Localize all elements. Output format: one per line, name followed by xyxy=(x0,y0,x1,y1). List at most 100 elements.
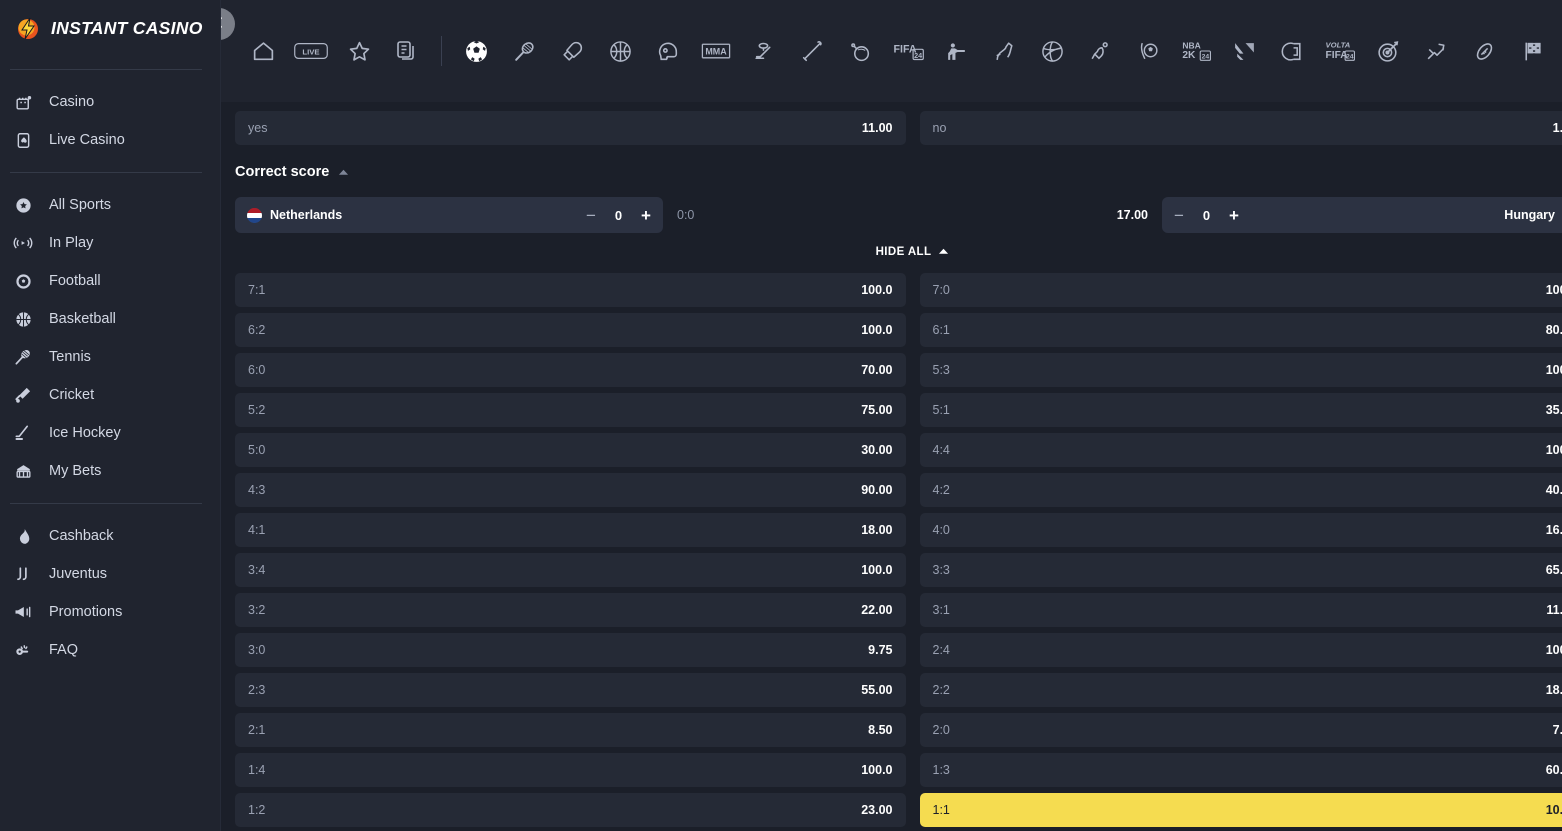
score-row-odd: 100.0 xyxy=(1545,363,1562,377)
score-row[interactable]: 5:2 75.00 xyxy=(235,393,906,427)
sidebar-item-my-bets[interactable]: My Bets xyxy=(0,452,220,490)
score-row[interactable]: 1:4 100.0 xyxy=(235,753,906,787)
score-row[interactable]: 1:3 60.00 xyxy=(919,753,1562,787)
score-row[interactable]: 7:0 100.0 xyxy=(919,273,1562,307)
topnav-darts-icon[interactable] xyxy=(1364,25,1412,77)
sidebar-item-promotions[interactable]: Promotions xyxy=(0,593,220,631)
sidebar-item-in-play[interactable]: In Play xyxy=(0,224,220,262)
topnav-mma-icon[interactable]: MMA xyxy=(692,25,740,77)
topnav-volta-fifa-24-icon[interactable]: VOLTA FIFA 24 xyxy=(1316,25,1364,77)
topnav-fifa-24-icon[interactable]: FIFA 24 xyxy=(884,25,932,77)
sidebar-item-label: Tennis xyxy=(49,349,91,365)
topnav-soccer-ball-icon[interactable] xyxy=(452,25,500,77)
home-decrement-button[interactable]: − xyxy=(582,206,600,224)
tennis-icon xyxy=(12,346,34,368)
score-row[interactable]: 5:0 30.00 xyxy=(235,433,906,467)
topnav-tennis-racket-icon[interactable] xyxy=(500,25,548,77)
topnav-valorant-icon[interactable] xyxy=(1220,25,1268,77)
sidebar-item-tennis[interactable]: Tennis xyxy=(0,338,220,376)
score-row[interactable]: 2:0 7.50 xyxy=(919,713,1562,747)
away-team-pill[interactable]: − 0 + Hungary xyxy=(1162,197,1562,233)
score-row[interactable]: 5:3 100.0 xyxy=(919,353,1562,387)
sidebar-item-cashback[interactable]: Cashback xyxy=(0,517,220,555)
team-score-selector: Netherlands − 0 + 0:0 17.00 − 0 + Hungar… xyxy=(221,197,1562,233)
sidebar-item-juventus[interactable]: Juventus xyxy=(0,555,220,593)
home-stepper-value: 0 xyxy=(614,207,623,223)
topnav-counter-strike-icon[interactable] xyxy=(932,25,980,77)
score-row[interactable]: 2:2 18.00 xyxy=(919,673,1562,707)
topnav-favourites-star-icon[interactable] xyxy=(335,25,383,77)
ice-hockey-icon xyxy=(12,422,34,444)
sidebar-item-cricket[interactable]: Cricket xyxy=(0,376,220,414)
score-row-odd: 100.0 xyxy=(861,323,893,337)
score-row[interactable]: 6:0 70.00 xyxy=(235,353,906,387)
score-row[interactable]: 3:3 65.00 xyxy=(919,553,1562,587)
sidebar-group-extras: Cashback Juventus Promotions FAQ xyxy=(0,517,220,669)
topnav-volleyball-icon[interactable] xyxy=(1028,25,1076,77)
score-row[interactable]: 5:1 35.00 xyxy=(919,393,1562,427)
topnav-home-icon[interactable] xyxy=(239,25,287,77)
topnav-athletics-icon[interactable] xyxy=(1412,25,1460,77)
brand-logo[interactable]: INSTANT CASINO xyxy=(0,0,220,56)
score-row[interactable]: 3:0 9.75 xyxy=(235,633,906,667)
home-team-pill[interactable]: Netherlands − 0 + xyxy=(235,197,663,233)
home-increment-button[interactable]: + xyxy=(637,206,655,224)
topnav-ice-hockey-icon[interactable] xyxy=(740,25,788,77)
score-row[interactable]: 3:1 11.00 xyxy=(919,593,1562,627)
away-team-block: 17.00 − 0 + Hungary xyxy=(920,197,1562,233)
my-bets-icon xyxy=(12,460,34,482)
odds-option-yes[interactable]: yes 11.00 xyxy=(235,111,906,145)
topnav-cricket-ball-icon[interactable] xyxy=(836,25,884,77)
score-row[interactable]: 2:3 55.00 xyxy=(235,673,906,707)
topnav-futsal-icon[interactable] xyxy=(1124,25,1172,77)
sidebar-item-basketball[interactable]: Basketball xyxy=(0,300,220,338)
score-row[interactable]: 3:4 100.0 xyxy=(235,553,906,587)
score-row[interactable]: 4:0 16.00 xyxy=(919,513,1562,547)
score-row[interactable]: 6:2 100.0 xyxy=(235,313,906,347)
topnav-horse-racing-icon[interactable] xyxy=(980,25,1028,77)
score-row[interactable]: 3:2 22.00 xyxy=(235,593,906,627)
sidebar-collapse-button[interactable] xyxy=(221,8,235,40)
topnav-league-of-legends-icon[interactable] xyxy=(1268,25,1316,77)
topnav-motorsport-flag-icon[interactable] xyxy=(1508,25,1556,77)
topnav-nba-2k-icon[interactable]: NBA 2K 24 xyxy=(1172,25,1220,77)
score-row[interactable]: 1:1 10.00 xyxy=(919,793,1562,827)
odds-option-label: yes xyxy=(248,121,268,135)
score-row[interactable]: 7:1 100.0 xyxy=(235,273,906,307)
score-row[interactable]: 4:1 18.00 xyxy=(235,513,906,547)
sidebar-item-ice-hockey[interactable]: Ice Hockey xyxy=(0,414,220,452)
odds-option-no[interactable]: no 1.01 xyxy=(919,111,1562,145)
score-row[interactable]: 4:4 100.0 xyxy=(919,433,1562,467)
away-decrement-button[interactable]: − xyxy=(1170,206,1188,224)
odds-option-value: 11.00 xyxy=(861,121,893,135)
score-row-label: 7:0 xyxy=(932,283,950,297)
hide-all-button[interactable]: HIDE ALL xyxy=(876,246,950,258)
topnav-boxing-glove-icon[interactable] xyxy=(548,25,596,77)
topnav-baseball-bat-icon[interactable] xyxy=(788,25,836,77)
topnav-table-tennis-icon[interactable] xyxy=(1076,25,1124,77)
score-row-label: 2:3 xyxy=(248,683,266,697)
topnav-american-football-helmet-icon[interactable] xyxy=(644,25,692,77)
topnav-basketball-icon[interactable] xyxy=(596,25,644,77)
main-area: LIVE MMA FIFA 24 NBA 2K 24 VOLTA FIFA 24… xyxy=(221,0,1562,831)
away-increment-button[interactable]: + xyxy=(1225,206,1243,224)
playing-card-icon xyxy=(12,129,34,151)
score-row[interactable]: 4:3 90.00 xyxy=(235,473,906,507)
score-row[interactable]: 1:2 23.00 xyxy=(235,793,906,827)
score-row[interactable]: 6:1 80.00 xyxy=(919,313,1562,347)
score-row[interactable]: 2:1 8.50 xyxy=(235,713,906,747)
score-row[interactable]: 2:4 100.0 xyxy=(919,633,1562,667)
svg-text:MMA: MMA xyxy=(705,46,727,56)
sidebar-item-faq[interactable]: FAQ xyxy=(0,631,220,669)
topnav-rugby-icon[interactable] xyxy=(1460,25,1508,77)
sidebar-item-live-casino[interactable]: Live Casino xyxy=(0,121,220,159)
sidebar-item-football[interactable]: Football xyxy=(0,262,220,300)
sidebar-item-casino[interactable]: Casino xyxy=(0,83,220,121)
correct-score-toggle[interactable]: Correct score xyxy=(235,163,349,181)
topnav-coupon-icon[interactable] xyxy=(383,25,431,77)
sidebar-item-all-sports[interactable]: All Sports xyxy=(0,186,220,224)
score-row[interactable]: 4:2 40.00 xyxy=(919,473,1562,507)
topnav-live-icon[interactable]: LIVE xyxy=(287,25,335,77)
topnav-overflow-icon[interactable] xyxy=(1556,25,1562,77)
faq-icon xyxy=(12,639,34,661)
